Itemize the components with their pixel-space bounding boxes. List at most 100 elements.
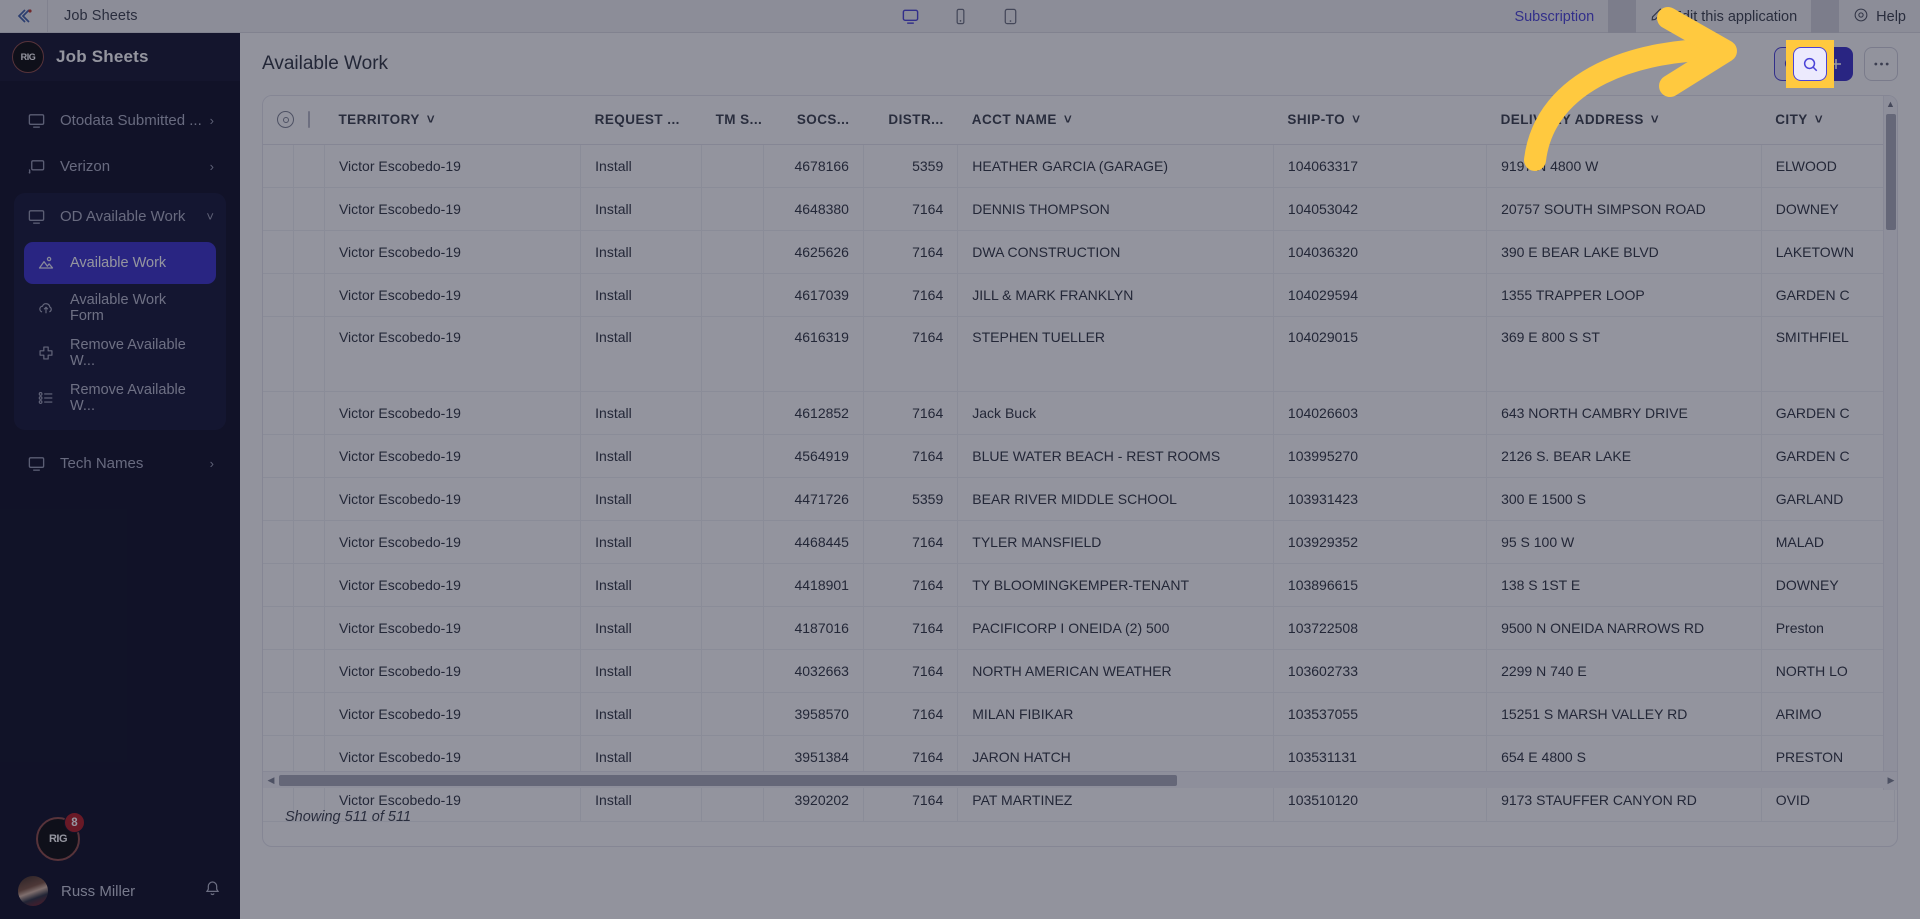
bell-icon[interactable] (203, 879, 222, 903)
cell-territory: Victor Escobedo-19 (324, 649, 582, 693)
sidebar-item-remove-available-work-1[interactable]: Remove Available W... (24, 332, 216, 374)
scroll-up-icon[interactable]: ▲ (1884, 96, 1897, 112)
edit-application-label: Edit this application (1672, 8, 1798, 25)
row-select-cell (293, 649, 325, 693)
mobile-preview-icon[interactable] (949, 6, 971, 28)
checkbox-icon[interactable] (307, 111, 310, 129)
chevron-down-icon[interactable]: ˅ (427, 112, 435, 127)
sidebar-item-otodata-submitted[interactable]: Otodata Submitted ... › (14, 97, 226, 143)
sidebar-item-label: Verizon (60, 157, 111, 175)
cell-tm-status (701, 563, 764, 607)
image-icon (36, 253, 56, 273)
cell-territory: Victor Escobedo-19 (324, 144, 582, 188)
column-visibility[interactable] (263, 96, 294, 145)
cell-request: Install (580, 606, 703, 650)
horizontal-scroll-track[interactable] (279, 774, 1883, 786)
cell-district: 7164 (863, 692, 959, 736)
table-row[interactable]: Victor Escobedo-19 Install 4032663 7164 NORT… (263, 649, 1896, 693)
column-label: DISTR... (888, 112, 944, 128)
table-row[interactable]: Victor Escobedo-19 Install 4648380 7164 DENN… (263, 187, 1896, 231)
table-row[interactable]: Victor Escobedo-19 Install 4612852 7164 Jack… (263, 391, 1896, 435)
table-row[interactable]: Victor Escobedo-19 Install 3958570 7164 MILA… (263, 692, 1896, 736)
table-row[interactable]: Victor Escobedo-19 Install 4418901 7164 TY B… (263, 563, 1896, 607)
cell-district: 7164 (863, 391, 959, 435)
cell-acct-name: HEATHER GARCIA (GARAGE) (957, 144, 1274, 188)
chevron-down-icon[interactable]: ˅ (1064, 112, 1072, 127)
notification-badge: 8 (64, 812, 85, 833)
chevron-down-icon[interactable]: ˅ (1815, 112, 1823, 127)
sidebar-header[interactable]: RIG Job Sheets (0, 33, 240, 81)
cell-acct-name: DENNIS THOMPSON (957, 187, 1274, 231)
sidebar-item-remove-available-work-2[interactable]: Remove Available W... (24, 377, 216, 419)
rig-logo-text: RIG (48, 833, 68, 845)
table-row[interactable]: Victor Escobedo-19 Install 4471726 5359 BEAR… (263, 477, 1896, 521)
sidebar-item-label: Tech Names (60, 454, 144, 472)
chevron-down-icon[interactable]: ˅ (1352, 112, 1360, 127)
horizontal-scrollbar[interactable]: ◀ ▶ (263, 771, 1897, 788)
row-visibility-cell (263, 316, 295, 392)
horizontal-scroll-thumb[interactable] (279, 774, 1178, 786)
cell-territory: Victor Escobedo-19 (324, 692, 582, 736)
sidebar-item-available-work-form[interactable]: Available Work Form (24, 287, 216, 329)
column-request[interactable]: REQUEST ... (580, 96, 702, 145)
column-district[interactable]: DISTR... (863, 96, 958, 145)
cell-city: LAKETOWN (1761, 230, 1896, 274)
cell-tm-status (701, 649, 764, 693)
edit-application-button[interactable]: Edit this application (1636, 0, 1811, 33)
row-visibility-cell (263, 144, 295, 188)
available-work-table: TERRITORY ˅ REQUEST ... TM S... SOCS... D… (263, 96, 1896, 822)
column-select-all[interactable] (293, 96, 325, 145)
column-ship-to[interactable]: SHIP-TO ˅ (1273, 96, 1487, 145)
help-button[interactable]: Help (1839, 0, 1920, 33)
cell-territory: Victor Escobedo-19 (324, 187, 582, 231)
scroll-right-icon[interactable]: ▶ (1883, 775, 1897, 786)
desktop-preview-icon[interactable] (899, 6, 921, 28)
cell-socs: 4625626 (763, 230, 864, 274)
row-visibility-cell (263, 187, 295, 231)
sidebar-item-available-work[interactable]: Available Work (24, 242, 216, 284)
table-row[interactable]: Victor Escobedo-19 Install 4187016 7164 PACI… (263, 606, 1896, 650)
cell-acct-name: TY BLOOMINGKEMPER-TENANT (957, 563, 1274, 607)
sidebar-item-verizon[interactable]: Verizon › (14, 143, 226, 189)
sidebar-item-tech-names[interactable]: Tech Names › (14, 440, 226, 486)
column-label: CITY (1775, 112, 1808, 128)
user-profile[interactable]: Russ Miller (0, 863, 240, 919)
cell-city: DOWNEY (1761, 187, 1896, 231)
cloud-upload-icon (36, 298, 56, 318)
chevron-down-icon[interactable]: ˅ (1651, 112, 1659, 127)
table-row[interactable]: Victor Escobedo-19 Install 4564919 7164 BLUE… (263, 434, 1896, 478)
visibility-icon[interactable] (277, 111, 294, 129)
table-row[interactable]: Victor Escobedo-19 Install 4468445 7164 TYLE… (263, 520, 1896, 564)
tablet-preview-icon[interactable] (999, 6, 1021, 28)
sidebar-group-header[interactable]: OD Available Work ˅ (14, 193, 226, 239)
cell-acct-name: NORTH AMERICAN WEATHER (957, 649, 1274, 693)
column-delivery-address[interactable]: DELIVERY ADDRESS ˅ (1486, 96, 1762, 145)
column-tm-status[interactable]: TM S... (701, 96, 764, 145)
column-socs[interactable]: SOCS... (763, 96, 864, 145)
sidebar-footer: RIG 8 Russ Miller (0, 812, 240, 919)
table-row[interactable]: Victor Escobedo-19 Install 4678166 5359 HEAT… (263, 144, 1896, 188)
table-row[interactable]: Victor Escobedo-19 Install 4616319 7164 STEP… (263, 316, 1896, 392)
column-territory[interactable]: TERRITORY ˅ (324, 96, 581, 145)
column-label: TERRITORY (338, 112, 420, 128)
column-acct-name[interactable]: ACCT NAME ˅ (957, 96, 1274, 145)
add-button[interactable] (1819, 47, 1853, 81)
cell-ship-to: 103931423 (1273, 477, 1488, 521)
table-row[interactable]: Victor Escobedo-19 Install 4625626 7164 DWA … (263, 230, 1896, 274)
column-city[interactable]: CITY ˅ (1761, 96, 1895, 145)
cell-tm-status (701, 434, 764, 478)
monitor-icon (26, 110, 46, 130)
table-row[interactable]: Victor Escobedo-19 Install 4617039 7164 JILL… (263, 273, 1896, 317)
cell-district: 7164 (863, 273, 959, 317)
monitor-icon (26, 206, 46, 226)
vertical-scrollbar[interactable]: ▲ ▼ (1883, 96, 1897, 790)
search-button[interactable] (1774, 47, 1808, 81)
divider (1608, 0, 1637, 33)
row-select-cell (293, 391, 325, 435)
scroll-left-icon[interactable]: ◀ (263, 775, 279, 786)
more-button[interactable] (1864, 47, 1898, 81)
cell-delivery-address: 15251 S MARSH VALLEY RD (1486, 692, 1762, 736)
notification-logo[interactable]: RIG 8 (36, 812, 85, 861)
subscription-link[interactable]: Subscription (1500, 0, 1608, 33)
vertical-scroll-thumb[interactable] (1886, 114, 1896, 230)
